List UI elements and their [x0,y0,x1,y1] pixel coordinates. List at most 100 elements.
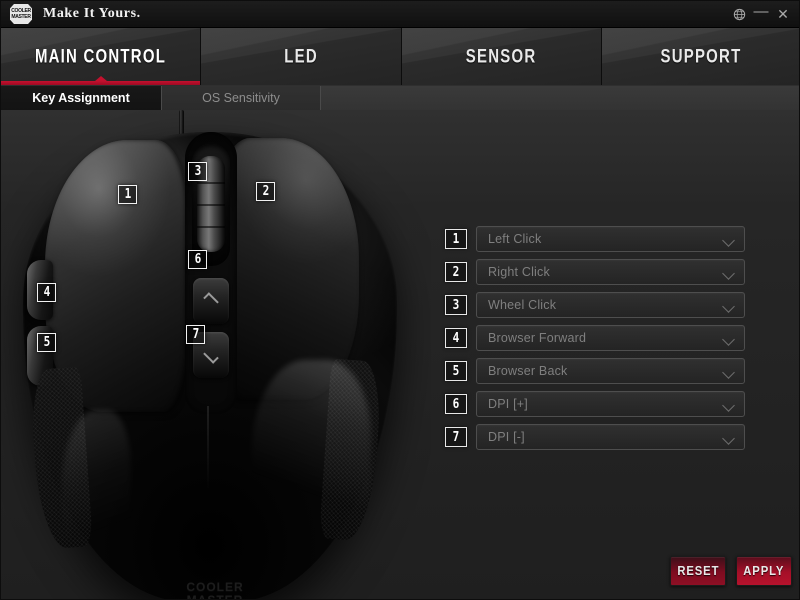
key-assignment-dropdown-2[interactable]: Right Click [476,259,745,285]
dropdown-value: Browser Back [488,364,568,378]
sub-tab-bar: Key Assignment OS Sensitivity [1,86,799,110]
chevron-up-icon [203,292,219,308]
emboss-line-2: MASTER [186,593,244,600]
key-assignment-dropdown-3[interactable]: Wheel Click [476,292,745,318]
tab-label: SUPPORT [660,45,742,67]
mouse-embossed-logo: COOLER MASTER [161,580,269,600]
mouse-hotspot-2[interactable]: 2 [256,182,275,201]
dropdown-value: Right Click [488,265,550,279]
content-area: COOLER MASTER 1 2 3 4 5 6 7 1 Left Click… [1,110,799,600]
chevron-down-icon [724,368,735,374]
row-number-badge: 1 [445,229,467,249]
row-number-badge: 3 [445,295,467,315]
row-number: 4 [452,330,460,346]
dropdown-value: Left Click [488,232,542,246]
dropdown-value: DPI [-] [488,430,525,444]
hotspot-number: 2 [262,184,269,199]
subtab-os-sensitivity[interactable]: OS Sensitivity [161,86,321,110]
chevron-down-icon [724,269,735,275]
action-button-group: RESET APPLY [670,556,792,586]
tab-main-control[interactable]: MAIN CONTROL [1,28,202,85]
chevron-down-icon [724,335,735,341]
row-number: 6 [452,396,460,412]
reset-button-label: RESET [676,564,720,578]
hotspot-number: 7 [192,327,199,342]
wheel-ridge [197,226,225,228]
tab-led[interactable]: LED [201,28,402,85]
main-tab-bar: MAIN CONTROL LED SENSOR SUPPORT [1,28,799,85]
row-number-badge: 7 [445,427,467,447]
key-assignment-row-4: 4 Browser Forward [445,325,745,351]
row-number: 2 [452,264,460,280]
row-number: 5 [452,363,460,379]
tab-label: LED [284,45,318,67]
chevron-down-icon [724,236,735,242]
subtab-label: OS Sensitivity [202,91,280,105]
globe-glyph [733,8,745,20]
mouse-hotspot-7[interactable]: 7 [186,325,205,344]
key-assignment-panel: 1 Left Click 2 Right Click 3 Wheel Click… [445,226,745,457]
close-icon[interactable]: ✕ [772,1,794,28]
dropdown-value: Wheel Click [488,298,557,312]
application-window: COOLER MASTER Make It Yours. — ✕ MAIN CO… [0,0,800,600]
minimize-icon[interactable]: — [750,1,772,28]
apply-button-label: APPLY [743,564,785,578]
row-number-badge: 2 [445,262,467,282]
hotspot-number: 5 [43,335,50,350]
dropdown-value: Browser Forward [488,331,587,345]
wheel-ridge [197,182,225,184]
globe-icon[interactable] [728,1,750,28]
mouse-side-highlight [61,410,131,580]
mouse-hotspot-1[interactable]: 1 [118,185,137,204]
subtab-label: Key Assignment [32,91,130,105]
key-assignment-row-6: 6 DPI [+] [445,391,745,417]
active-tab-underline [1,81,201,85]
key-assignment-row-5: 5 Browser Back [445,358,745,384]
mouse-hotspot-6[interactable]: 6 [188,250,207,269]
key-assignment-row-3: 3 Wheel Click [445,292,745,318]
wheel-ridge [197,204,225,206]
tab-label: MAIN CONTROL [35,45,167,67]
mouse-dpi-up-button [193,278,229,324]
hotspot-number: 4 [43,285,50,300]
logo-line-2: MASTER [11,12,31,20]
key-assignment-dropdown-5[interactable]: Browser Back [476,358,745,384]
row-number: 3 [452,297,460,313]
chevron-down-icon [724,434,735,440]
row-number: 7 [452,429,460,445]
row-number-badge: 6 [445,394,467,414]
row-number: 1 [452,231,460,247]
chevron-down-icon [724,401,735,407]
cooler-master-logo-icon: COOLER MASTER [10,4,32,24]
key-assignment-dropdown-7[interactable]: DPI [-] [476,424,745,450]
hotspot-number: 1 [124,187,131,202]
tab-support[interactable]: SUPPORT [601,28,799,85]
row-number-badge: 5 [445,361,467,381]
reset-button[interactable]: RESET [670,556,726,586]
chevron-down-icon [203,348,219,364]
mouse-diagram: COOLER MASTER 1 2 3 4 5 6 7 [1,110,431,600]
window-title: Make It Yours. [43,6,141,21]
title-bar: COOLER MASTER Make It Yours. — ✕ [1,1,799,28]
mouse-hotspot-3[interactable]: 3 [188,162,207,181]
sub-tab-filler [321,86,799,110]
window-controls: — ✕ [728,1,799,28]
dropdown-value: DPI [+] [488,397,528,411]
tab-label: SENSOR [465,45,537,67]
key-assignment-dropdown-1[interactable]: Left Click [476,226,745,252]
key-assignment-row-1: 1 Left Click [445,226,745,252]
apply-button[interactable]: APPLY [736,556,792,586]
key-assignment-dropdown-4[interactable]: Browser Forward [476,325,745,351]
subtab-key-assignment[interactable]: Key Assignment [1,86,161,110]
key-assignment-row-2: 2 Right Click [445,259,745,285]
mouse-hotspot-5[interactable]: 5 [37,333,56,352]
key-assignment-row-7: 7 DPI [-] [445,424,745,450]
chevron-down-icon [724,302,735,308]
tab-sensor[interactable]: SENSOR [401,28,602,85]
mouse-seam [207,406,209,490]
mouse-hotspot-4[interactable]: 4 [37,283,56,302]
key-assignment-dropdown-6[interactable]: DPI [+] [476,391,745,417]
row-number-badge: 4 [445,328,467,348]
hotspot-number: 6 [194,252,201,267]
hotspot-number: 3 [194,164,201,179]
